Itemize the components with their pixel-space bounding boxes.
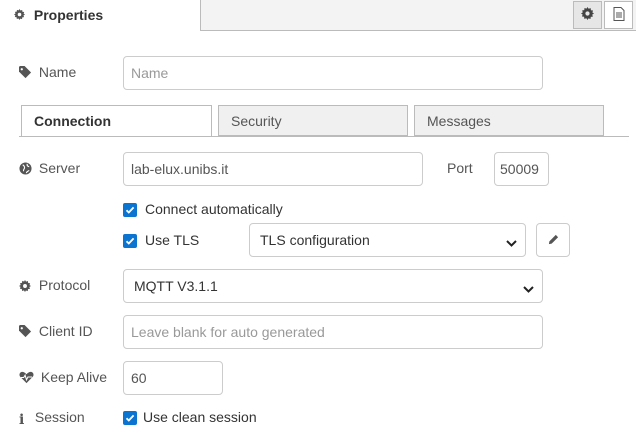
- checkmark-icon: [125, 414, 135, 422]
- edit-tls-button[interactable]: [536, 223, 570, 257]
- heartbeat-icon: [19, 371, 35, 387]
- server-input[interactable]: [123, 152, 423, 186]
- info-icon: i: [19, 412, 25, 428]
- checkmark-icon: [125, 237, 135, 245]
- name-label: Name: [19, 64, 76, 82]
- name-input[interactable]: [123, 56, 543, 90]
- tab-messages[interactable]: Messages: [414, 105, 604, 136]
- chevron-down-icon: [506, 235, 517, 251]
- client-id-input[interactable]: [123, 315, 543, 349]
- clean-session-label: Use clean session: [143, 409, 257, 425]
- description-button[interactable]: [604, 1, 633, 29]
- globe-icon: [19, 162, 33, 178]
- protocol-select[interactable]: MQTT V3.1.1: [123, 269, 543, 303]
- checkmark-icon: [125, 206, 135, 214]
- gear-icon: [581, 7, 594, 23]
- session-label: i Session: [19, 409, 85, 428]
- document-icon: [613, 6, 625, 24]
- tag-icon: [19, 66, 33, 82]
- tab-properties[interactable]: Properties: [0, 0, 201, 31]
- server-label: Server: [19, 160, 80, 178]
- tab-divider: [19, 136, 629, 137]
- tab-security[interactable]: Security: [218, 105, 408, 136]
- tab-properties-label: Properties: [33, 7, 104, 23]
- use-tls-label: Use TLS: [145, 232, 200, 248]
- clean-session-checkbox[interactable]: [123, 411, 137, 425]
- gear-icon: [19, 279, 33, 295]
- keep-alive-input[interactable]: [123, 361, 223, 395]
- keep-alive-label: Keep Alive: [19, 369, 107, 387]
- pencil-icon: [548, 232, 559, 248]
- connect-auto-label: Connect automatically: [145, 201, 283, 217]
- chevron-down-icon: [523, 281, 534, 297]
- editor-tabbar: Properties: [0, 0, 636, 31]
- use-tls-checkbox[interactable]: [123, 234, 137, 248]
- port-input[interactable]: [494, 152, 549, 186]
- client-id-label: Client ID: [19, 323, 93, 341]
- protocol-label: Protocol: [19, 277, 90, 295]
- tls-config-select[interactable]: TLS configuration: [249, 223, 526, 257]
- port-label: Port: [447, 160, 473, 176]
- tab-connection[interactable]: Connection: [21, 105, 212, 137]
- gear-icon: [14, 7, 30, 23]
- connect-auto-checkbox[interactable]: [123, 203, 137, 217]
- settings-button[interactable]: [573, 1, 602, 29]
- tag-icon: [19, 325, 33, 341]
